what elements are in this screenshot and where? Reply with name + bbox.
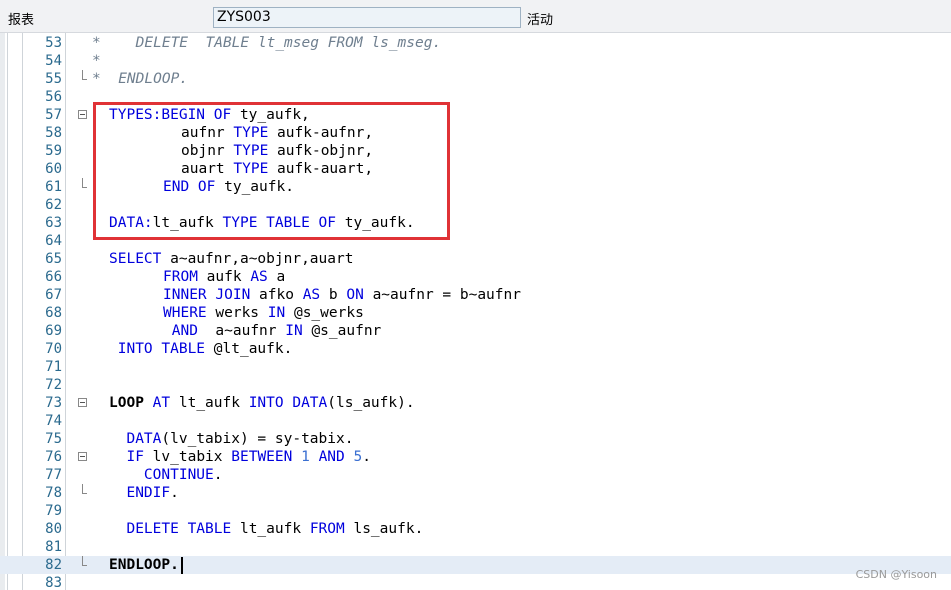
code-line: 80 DELETE TABLE lt_aufk FROM ls_aufk. [0, 520, 951, 538]
line-number: 55 [45, 71, 62, 87]
fold-toggle-icon[interactable] [78, 110, 87, 119]
text-caret [181, 557, 183, 574]
watermark: CSDN @Yisoon [855, 568, 937, 581]
fold-end-marker [82, 70, 87, 80]
code-text: INTO TABLE @lt_aufk. [117, 341, 293, 357]
report-label: 报表 [8, 13, 35, 28]
fold-end-marker [82, 484, 87, 494]
line-number: 72 [45, 377, 62, 393]
program-name-field[interactable]: ZYS003 [213, 7, 521, 28]
code-line: 83 [0, 574, 951, 590]
line-number: 83 [45, 575, 62, 590]
line-number: 65 [45, 251, 62, 267]
line-number: 79 [45, 503, 62, 519]
code-text: ENDLOOP. [109, 557, 179, 573]
line-number: 64 [45, 233, 62, 249]
status-label: 活动 [527, 13, 554, 28]
code-text: AND a~aufnr IN @s_aufnr [171, 323, 382, 339]
line-number: 73 [45, 395, 62, 411]
code-text: ENDIF. [126, 485, 179, 501]
fold-toggle-icon[interactable] [78, 452, 87, 461]
code-text: DATA(lv_tabix) = sy-tabix. [126, 431, 354, 447]
code-line: 81 [0, 538, 951, 556]
code-line: 77 CONTINUE. [0, 466, 951, 484]
line-number: 81 [45, 539, 62, 555]
code-comment: * [92, 53, 101, 69]
code-line: 68 WHERE werks IN @s_werks [0, 304, 951, 322]
line-number: 80 [45, 521, 62, 537]
code-line: 66 FROM aufk AS a [0, 268, 951, 286]
line-number: 57 [45, 107, 62, 123]
code-line: 69 AND a~aufnr IN @s_aufnr [0, 322, 951, 340]
line-number: 77 [45, 467, 62, 483]
line-number: 53 [45, 35, 62, 51]
code-line: 70 INTO TABLE @lt_aufk. [0, 340, 951, 358]
code-line: 76 IF lv_tabix BETWEEN 1 AND 5. [0, 448, 951, 466]
code-line: 65 SELECT a~aufnr,a~objnr,auart [0, 250, 951, 268]
code-line: 78 ENDIF. [0, 484, 951, 502]
code-line: 55 * ENDLOOP. [0, 70, 951, 88]
line-number: 70 [45, 341, 62, 357]
line-number: 61 [45, 179, 62, 195]
code-text: LOOP AT lt_aufk INTO DATA(ls_aufk). [109, 395, 415, 411]
code-line: 71 [0, 358, 951, 376]
code-text: WHERE werks IN @s_werks [163, 305, 364, 321]
line-number: 60 [45, 161, 62, 177]
line-number: 59 [45, 143, 62, 159]
line-number: 67 [45, 287, 62, 303]
fold-end-marker [82, 178, 87, 188]
line-number: 75 [45, 431, 62, 447]
code-comment: * ENDLOOP. [92, 71, 189, 87]
line-number: 82 [45, 557, 62, 573]
code-line: 79 [0, 502, 951, 520]
fold-toggle-icon[interactable] [78, 398, 87, 407]
line-number: 63 [45, 215, 62, 231]
code-text: INNER JOIN afko AS b ON a~aufnr = b~aufn… [163, 287, 521, 303]
code-text: CONTINUE. [143, 467, 223, 483]
line-number: 56 [45, 89, 62, 105]
line-number: 62 [45, 197, 62, 213]
line-number: 71 [45, 359, 62, 375]
code-line: 75 DATA(lv_tabix) = sy-tabix. [0, 430, 951, 448]
line-number: 78 [45, 485, 62, 501]
code-line: 72 [0, 376, 951, 394]
code-text: FROM aufk AS a [163, 269, 286, 285]
code-line: 73 LOOP AT lt_aufk INTO DATA(ls_aufk). [0, 394, 951, 412]
line-number: 58 [45, 125, 62, 141]
code-text: DELETE TABLE lt_aufk FROM ls_aufk. [126, 521, 424, 537]
fold-end-marker [82, 556, 87, 566]
current-code-line[interactable]: 82 ENDLOOP. [0, 556, 951, 574]
code-line: 74 [0, 412, 951, 430]
line-number: 54 [45, 53, 62, 69]
code-line: 53 * DELETE TABLE lt_mseg FROM ls_mseg. [0, 34, 951, 52]
annotation-highlight-box [93, 102, 450, 240]
line-number: 66 [45, 269, 62, 285]
line-number: 76 [45, 449, 62, 465]
line-number: 69 [45, 323, 62, 339]
line-number: 74 [45, 413, 62, 429]
code-text: IF lv_tabix BETWEEN 1 AND 5. [126, 449, 371, 465]
toolbar: 报表 ZYS003 活动 [0, 0, 951, 33]
code-editor[interactable]: 53 * DELETE TABLE lt_mseg FROM ls_mseg. … [0, 33, 951, 590]
code-line: 54 * [0, 52, 951, 70]
code-comment: * DELETE TABLE lt_mseg FROM ls_mseg. [92, 35, 442, 51]
code-line: 67 INNER JOIN afko AS b ON a~aufnr = b~a… [0, 286, 951, 304]
code-text: SELECT a~aufnr,a~objnr,auart [109, 251, 354, 267]
line-number: 68 [45, 305, 62, 321]
